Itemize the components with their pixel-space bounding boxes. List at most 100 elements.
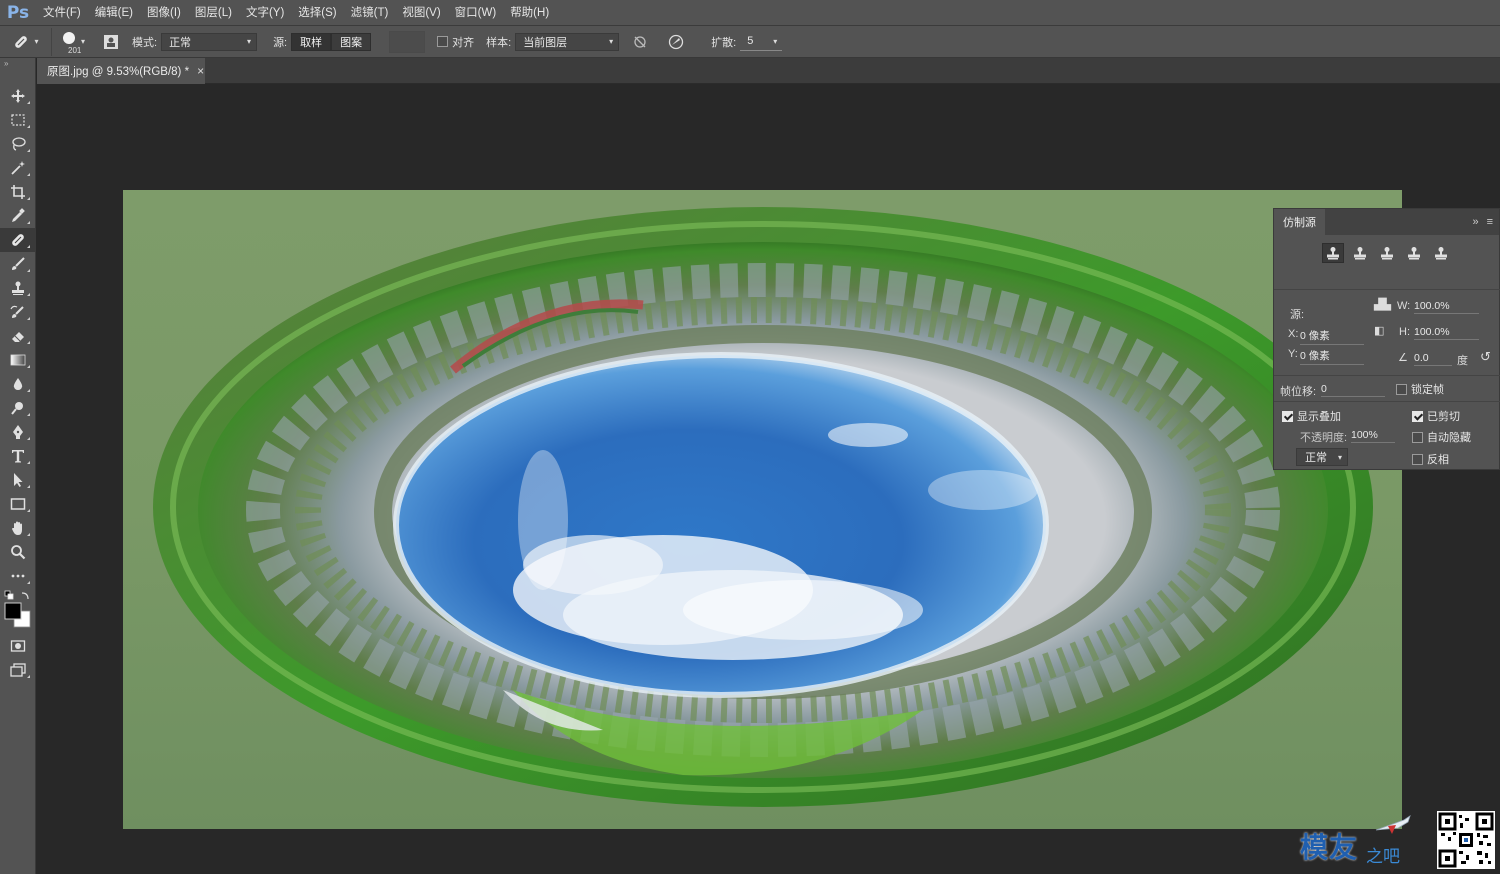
source-sampled-button[interactable]: 取样 <box>291 32 332 51</box>
sample-dropdown[interactable]: 当前图层 ▾ <box>515 32 620 51</box>
y-value[interactable]: 0 像素 <box>1300 348 1364 365</box>
marquee-tool[interactable] <box>0 108 36 132</box>
healing-brush-tool[interactable] <box>0 228 36 252</box>
flip-vertical-icon[interactable]: ◧ <box>1374 324 1384 337</box>
marquee-icon <box>11 114 25 126</box>
source-label: 源: <box>1290 309 1305 321</box>
width-value[interactable]: 100.0% <box>1414 300 1479 314</box>
chevron-down-icon: ▾ <box>1337 452 1342 462</box>
menu-image[interactable]: 图像(I) <box>140 0 188 26</box>
mode-dropdown[interactable]: 正常 ▾ <box>161 32 258 51</box>
diffusion-label: 扩散: <box>711 36 737 49</box>
magic-wand-tool[interactable] <box>0 156 36 180</box>
close-icon[interactable]: × <box>197 64 204 78</box>
menu-view[interactable]: 视图(V) <box>395 0 447 26</box>
frame-offset-value[interactable]: 0 <box>1321 383 1385 397</box>
quick-mask-button[interactable] <box>0 634 36 658</box>
panel-menu-icon[interactable]: ≡ <box>1487 216 1493 228</box>
menu-window[interactable]: 窗口(W) <box>448 0 504 26</box>
flip-horizontal-icon[interactable]: ▟▙ <box>1374 298 1391 311</box>
tool-preset-picker[interactable]: ▾ <box>0 27 52 56</box>
auto-hide-label: 自动隐藏 <box>1427 432 1471 444</box>
type-tool[interactable] <box>0 444 36 468</box>
ignore-adjustment-layers-button[interactable] <box>629 31 651 53</box>
auto-hide-checkbox-box[interactable] <box>1412 431 1423 443</box>
qr-code-icon <box>1438 812 1494 868</box>
menu-file[interactable]: 文件(F) <box>36 0 88 26</box>
lock-frame-checkbox-box[interactable] <box>1396 383 1407 395</box>
clone-stamp-tool[interactable] <box>0 276 36 300</box>
menu-help[interactable]: 帮助(H) <box>503 0 556 26</box>
document-image[interactable] <box>123 190 1402 829</box>
toolbox: » <box>0 58 36 874</box>
invert-checkbox-box[interactable] <box>1412 453 1423 465</box>
eyedropper-tool[interactable] <box>0 204 36 228</box>
color-swatches <box>0 588 36 634</box>
height-value[interactable]: 100.0% <box>1414 326 1479 340</box>
overlay-blend-dropdown[interactable]: 正常 ▾ <box>1296 448 1348 466</box>
blur-tool[interactable] <box>0 372 36 396</box>
menu-type[interactable]: 文字(Y) <box>239 0 291 26</box>
clone-source-3-button[interactable] <box>1376 243 1398 263</box>
screen-mode-icon <box>10 663 26 677</box>
collapse-panel-icon[interactable]: » <box>1472 216 1478 228</box>
clone-source-1-button[interactable] <box>1322 243 1344 263</box>
hand-tool[interactable] <box>0 516 36 540</box>
diffusion-dropdown[interactable]: 5 ▾ <box>740 32 783 51</box>
path-selection-tool[interactable] <box>0 468 36 492</box>
angle-value[interactable]: 0.0 <box>1414 352 1452 366</box>
x-value[interactable]: 0 像素 <box>1300 328 1364 345</box>
eraser-tool[interactable] <box>0 324 36 348</box>
menu-bar: Ps 文件(F) 编辑(E) 图像(I) 图层(L) 文字(Y) 选择(S) 滤… <box>0 0 1500 26</box>
menu-edit[interactable]: 编辑(E) <box>88 0 140 26</box>
show-overlay-checkbox[interactable]: 显示叠加 <box>1282 408 1341 424</box>
dodge-tool[interactable] <box>0 396 36 420</box>
clipped-checkbox-box[interactable] <box>1412 410 1423 422</box>
clipped-checkbox[interactable]: 已剪切 <box>1412 408 1460 424</box>
pattern-picker[interactable] <box>389 30 426 53</box>
canvas-area[interactable] <box>37 85 1500 874</box>
foreground-color-swatch[interactable] <box>4 602 22 620</box>
pressure-size-button[interactable] <box>665 31 687 53</box>
auto-hide-checkbox[interactable]: 自动隐藏 <box>1412 429 1471 445</box>
invert-label: 反相 <box>1427 454 1449 466</box>
gradient-tool[interactable] <box>0 348 36 372</box>
clone-source-4-button[interactable] <box>1403 243 1425 263</box>
menu-layer[interactable]: 图层(L) <box>188 0 239 26</box>
pen-tool[interactable] <box>0 420 36 444</box>
rectangle-tool[interactable] <box>0 492 36 516</box>
opacity-value[interactable]: 100% <box>1351 429 1395 443</box>
photoshop-logo: Ps <box>6 2 30 23</box>
clone-source-panel-toggle[interactable] <box>100 31 122 53</box>
move-icon <box>11 89 25 103</box>
show-overlay-checkbox-box[interactable] <box>1282 410 1293 422</box>
default-colors-icon[interactable] <box>4 590 14 600</box>
swap-colors-icon[interactable] <box>21 592 29 600</box>
panel-tab-clone-source[interactable]: 仿制源 <box>1274 209 1325 235</box>
lasso-tool[interactable] <box>0 132 36 156</box>
reset-transform-icon[interactable]: ↺ <box>1480 349 1491 365</box>
invert-checkbox[interactable]: 反相 <box>1412 451 1449 467</box>
document-tab[interactable]: 原图.jpg @ 9.53%(RGB/8) * × <box>37 58 205 84</box>
clone-source-5-button[interactable] <box>1430 243 1452 263</box>
healing-brush-icon <box>12 234 24 246</box>
move-tool[interactable] <box>0 84 36 108</box>
toolbox-collapse-icon[interactable]: » <box>0 58 35 70</box>
aligned-checkbox-box[interactable] <box>437 36 449 47</box>
aligned-checkbox[interactable]: 对齐 <box>437 34 474 50</box>
brush-preset-picker[interactable]: 201 ▾ <box>52 28 96 56</box>
history-brush-tool[interactable] <box>0 300 36 324</box>
airplane-icon <box>1375 815 1411 834</box>
lock-frame-checkbox[interactable]: 锁定帧 <box>1396 381 1444 397</box>
source-pattern-button[interactable]: 图案 <box>331 32 372 51</box>
clone-source-icon <box>104 34 118 49</box>
menu-select[interactable]: 选择(S) <box>291 0 343 26</box>
clone-source-2-button[interactable] <box>1349 243 1371 263</box>
menu-filter[interactable]: 滤镜(T) <box>344 0 396 26</box>
crop-tool[interactable] <box>0 180 36 204</box>
zoom-tool[interactable] <box>0 540 36 564</box>
screen-mode-button[interactable] <box>0 658 36 682</box>
brush-tip-icon <box>62 31 75 44</box>
edit-toolbar-button[interactable] <box>0 564 36 588</box>
brush-tool[interactable] <box>0 252 36 276</box>
